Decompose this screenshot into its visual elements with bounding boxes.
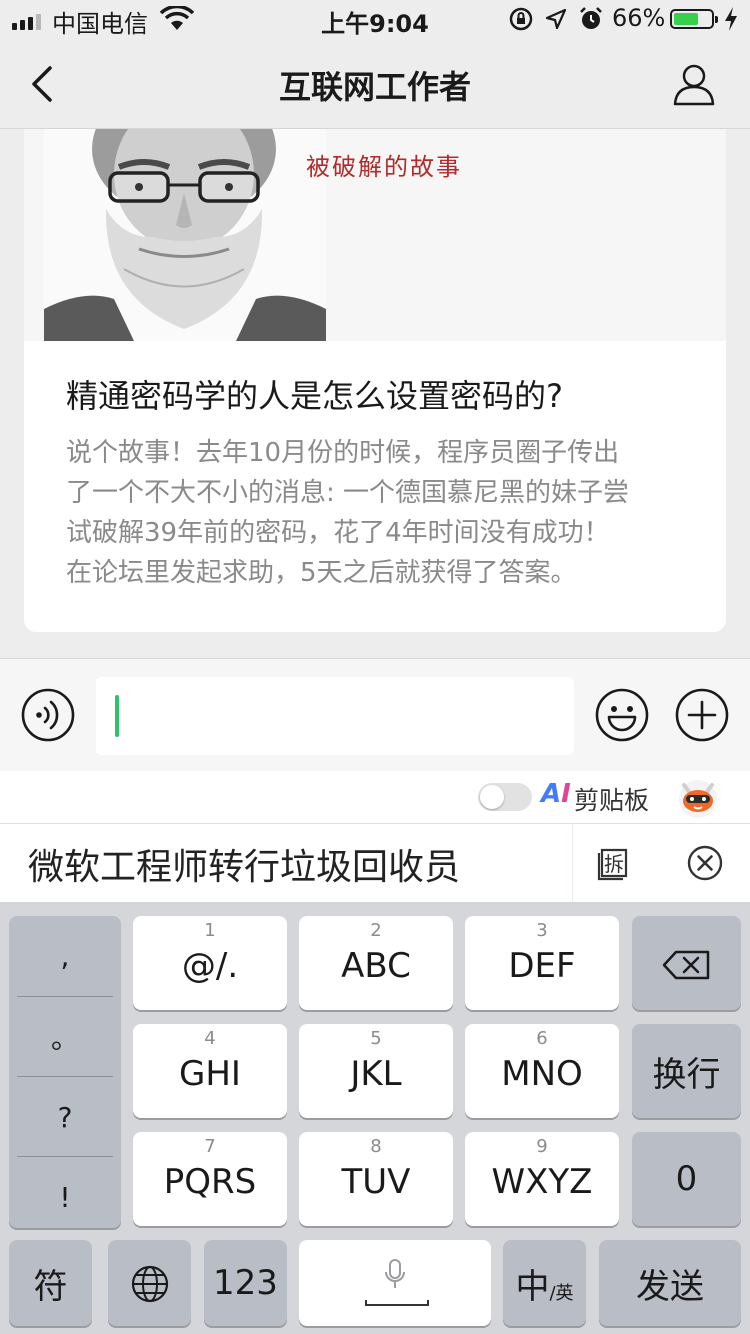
keyboard: , 。 ? ! 1 @/. 2 ABC 3 DEF 4 GHI 5 JKL 6 MNO 换行…: [0, 902, 750, 1334]
split-char-icon[interactable]: 拆: [596, 844, 634, 882]
punct-key[interactable]: !: [17, 1156, 113, 1237]
article-summary: 说个故事！去年10月份的时候，程序员圈子传出 了一个不大不小的消息: 一个德国慕…: [66, 433, 706, 593]
alarm-icon: [580, 7, 602, 29]
punct-key[interactable]: 。: [17, 996, 113, 1077]
status-bar: 中国电信 上午9:04 66%: [0, 0, 750, 40]
text-caret: [115, 695, 119, 737]
key-1[interactable]: 1 @/.: [133, 916, 287, 1010]
keyboard-mascot-icon[interactable]: [676, 775, 720, 819]
key-2[interactable]: 2 ABC: [299, 916, 453, 1010]
newline-key[interactable]: 换行: [632, 1024, 741, 1118]
numbers-key[interactable]: 123: [204, 1240, 287, 1326]
key-7[interactable]: 7 PQRS: [133, 1132, 287, 1226]
punct-key[interactable]: ,: [17, 916, 113, 996]
candidate-suggestion[interactable]: 微软工程师转行垃圾回收员: [28, 838, 460, 890]
space-key[interactable]: [299, 1240, 491, 1326]
battery-icon: [670, 9, 718, 29]
battery-percent: 66%: [612, 4, 666, 32]
charging-bolt-icon: [725, 7, 737, 31]
globe-key[interactable]: [108, 1240, 191, 1326]
key-5[interactable]: 5 JKL: [299, 1024, 453, 1118]
key-8[interactable]: 8 TUV: [299, 1132, 453, 1226]
backspace-icon: [662, 950, 710, 980]
globe-icon: [131, 1265, 169, 1303]
orientation-lock-icon: [509, 7, 533, 31]
summary-line: 说个故事！去年10月份的时候，程序员圈子传出: [66, 438, 620, 468]
punct-key[interactable]: ?: [17, 1076, 113, 1157]
ai-clipboard-toggle[interactable]: [478, 783, 532, 811]
close-circle-icon[interactable]: [686, 844, 724, 882]
page-title: 互联网工作者: [278, 68, 471, 106]
clipboard-label[interactable]: 剪贴板: [574, 781, 649, 817]
key-0[interactable]: 0: [632, 1132, 741, 1226]
key-9[interactable]: 9 WXYZ: [465, 1132, 619, 1226]
nav-bar: 互联网工作者: [0, 40, 750, 129]
article-headline[interactable]: 精通密码学的人是怎么设置密码的?: [66, 375, 706, 417]
candidate-divider: [572, 824, 573, 902]
summary-line: 了一个不大不小的消息: 一个德国慕尼黑的妹子尝: [66, 478, 630, 508]
language-switch-key[interactable]: 中/英: [503, 1240, 586, 1326]
space-bar-icon: [365, 1300, 429, 1306]
candidate-bar: 微软工程师转行垃圾回收员 拆: [0, 824, 750, 902]
svg-text:拆: 拆: [604, 852, 624, 876]
cover-overlay-text: 被破解的故事: [306, 153, 462, 181]
backspace-key[interactable]: [632, 916, 741, 1010]
key-4[interactable]: 4 GHI: [133, 1024, 287, 1118]
key-6[interactable]: 6 MNO: [465, 1024, 619, 1118]
keyboard-toolbar: AI 剪贴板: [0, 771, 750, 824]
portrait-image: [44, 129, 326, 341]
microphone-icon: [385, 1259, 405, 1288]
voice-input-icon[interactable]: [20, 687, 76, 743]
send-key[interactable]: 发送: [599, 1240, 741, 1326]
punctuation-column[interactable]: , 。 ? !: [9, 916, 121, 1228]
message-input[interactable]: [96, 677, 574, 755]
key-3[interactable]: 3 DEF: [465, 916, 619, 1010]
emoji-icon[interactable]: [594, 687, 650, 743]
article-card[interactable]: 被破解的故事 精通密码学的人是怎么设置密码的? 说个故事！去年10月份的时候，程…: [24, 129, 726, 632]
profile-icon[interactable]: [670, 60, 718, 108]
ai-logo: AI: [541, 779, 571, 809]
summary-line: 在论坛里发起求助，5天之后就获得了答案。: [66, 558, 577, 588]
article-cover-image: 被破解的故事: [24, 129, 726, 341]
more-plus-icon[interactable]: [674, 687, 730, 743]
location-icon: [545, 8, 567, 30]
chat-input-bar: [0, 658, 750, 772]
symbol-key[interactable]: 符: [9, 1240, 92, 1326]
summary-line: 试破解39年前的密码，花了4年时间没有成功！: [66, 518, 610, 548]
